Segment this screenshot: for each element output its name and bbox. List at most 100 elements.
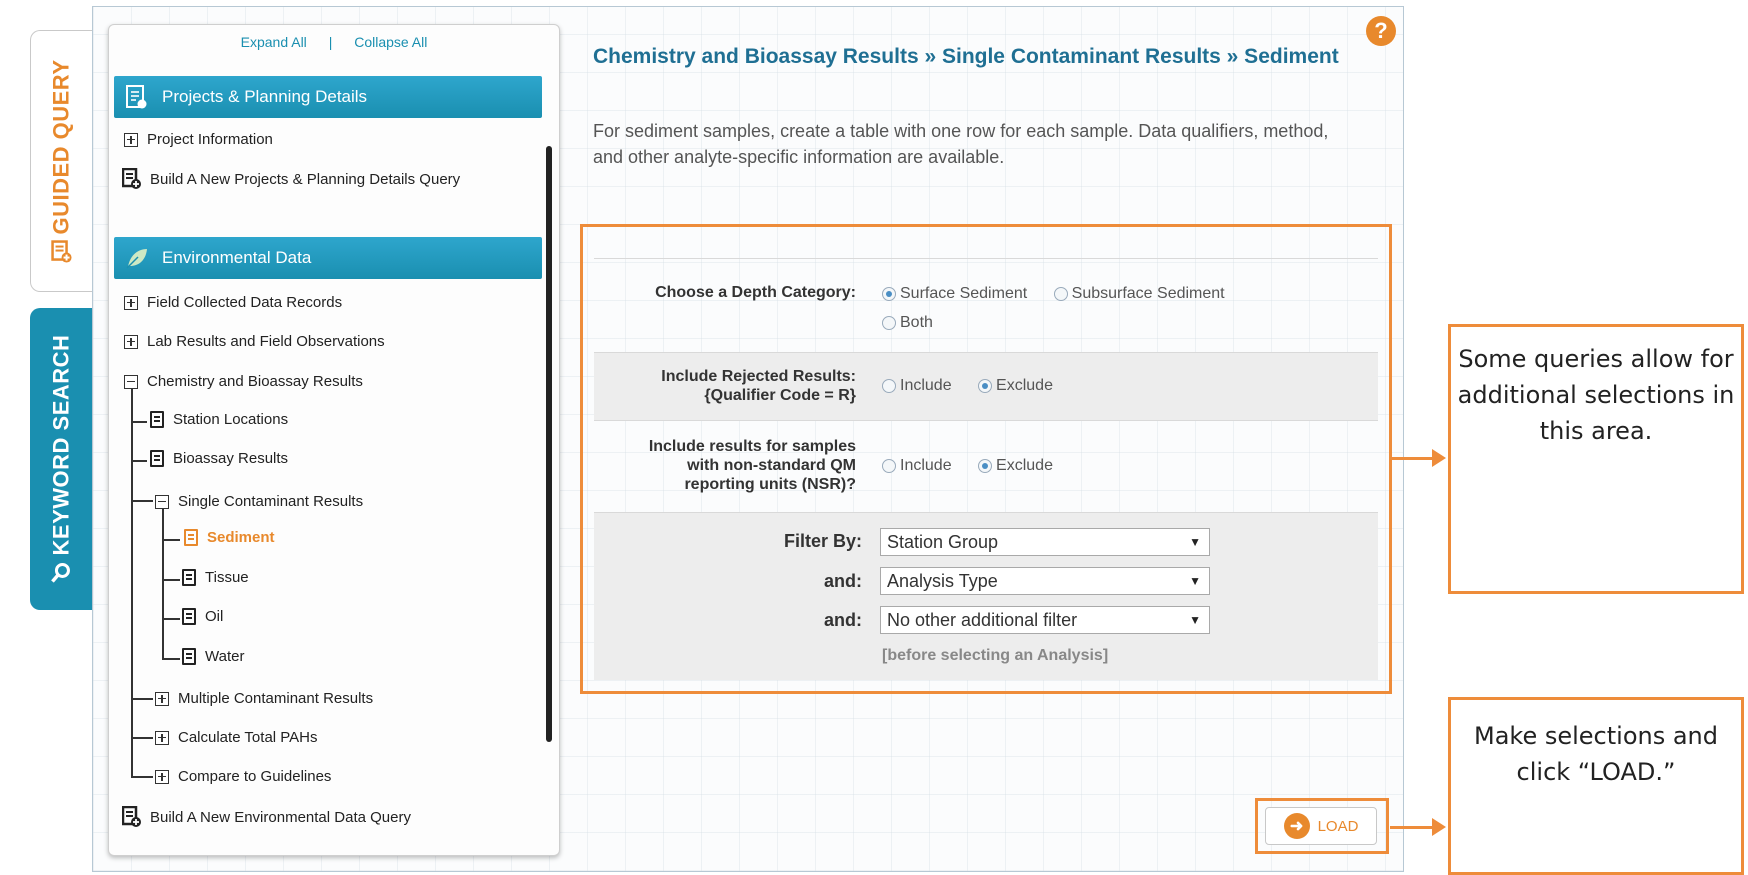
tree-item-build-env-query[interactable]: Build A New Environmental Data Query	[122, 806, 411, 828]
arrow-right-circle-icon: ➜	[1283, 813, 1310, 839]
document-icon	[150, 411, 164, 428]
tab-guided-query[interactable]: GUIDED QUERY	[30, 30, 92, 292]
tree-item-multiple-contaminant[interactable]: Multiple Contaminant Results	[155, 690, 373, 707]
help-icon[interactable]: ?	[1366, 16, 1396, 46]
document-icon	[184, 529, 198, 546]
tree-item-label: Build A New Environmental Data Query	[150, 808, 411, 826]
tree-item-chemistry-bioassay[interactable]: Chemistry and Bioassay Results	[124, 373, 363, 390]
rejected-results-label: Include Rejected Results: {Qualifier Cod…	[661, 367, 856, 405]
tree-scrollbar[interactable]	[546, 146, 552, 742]
document-icon	[182, 648, 196, 665]
callout-additional-selections: Some queries allow for additional select…	[1448, 324, 1744, 594]
tab-keyword-label: KEYWORD SEARCH	[48, 334, 73, 556]
load-button[interactable]: ➜ LOAD	[1265, 807, 1377, 845]
radio-both[interactable]: Both	[882, 314, 933, 332]
radio-rejected-include[interactable]: Include	[882, 377, 952, 395]
document-icon	[182, 569, 196, 586]
label-line: reporting units (NSR)?	[684, 476, 856, 493]
radio-dot[interactable]	[882, 316, 896, 330]
radio-dot[interactable]	[1053, 287, 1068, 301]
radio-dot[interactable]	[882, 459, 896, 473]
radio-surface-sediment[interactable]: Surface Sediment	[882, 285, 1027, 303]
tree-connector	[131, 500, 153, 502]
checklist-icon	[126, 85, 147, 109]
tree-item-compare-guidelines[interactable]: Compare to Guidelines	[155, 768, 331, 785]
expand-plus-icon[interactable]	[124, 132, 138, 147]
tree-item-label: Chemistry and Bioassay Results	[147, 373, 363, 390]
tab-keyword-search[interactable]: KEYWORD SEARCH	[30, 308, 92, 610]
tree-item-lab-results[interactable]: Lab Results and Field Observations	[124, 333, 385, 350]
expand-all-link[interactable]: Expand All	[241, 34, 307, 50]
tree-item-build-projects-query[interactable]: Build A New Projects & Planning Details …	[122, 168, 460, 190]
collapse-minus-icon[interactable]	[155, 494, 169, 509]
expand-collapse-row: Expand All | Collapse All	[109, 34, 559, 50]
label-line: with non-standard QM	[687, 457, 856, 474]
tree-item-label: Field Collected Data Records	[147, 294, 343, 311]
tree-item-water[interactable]: Water	[182, 648, 244, 665]
nsr-results-label: Include results for samples with non-sta…	[649, 437, 856, 494]
callout-load-instructions: Make selections and click “LOAD.”	[1448, 697, 1744, 875]
add-document-icon	[51, 240, 72, 263]
radio-subsurface-sediment[interactable]: Subsurface Sediment	[1053, 285, 1225, 303]
callout-text: Make selections and click “LOAD.”	[1473, 722, 1718, 786]
additional-filter-select[interactable]: No other additional filter ▼	[880, 606, 1210, 634]
radio-label: Surface Sediment	[900, 285, 1028, 302]
projects-planning-header[interactable]: Projects & Planning Details	[114, 76, 542, 118]
document-icon	[150, 450, 164, 467]
page-description: For sediment samples, create a table wit…	[593, 121, 1329, 167]
expand-plus-icon[interactable]	[124, 334, 138, 349]
label-line: Include Rejected Results:	[661, 368, 856, 385]
filter-hint: [before selecting an Analysis]	[882, 647, 1109, 664]
tree-item-label: Water	[205, 648, 245, 665]
radio-dot[interactable]	[882, 287, 896, 301]
radio-nsr-exclude[interactable]: Exclude	[978, 457, 1053, 475]
tree-connector	[162, 508, 164, 658]
tree-connector	[131, 421, 147, 423]
tree-item-single-contaminant[interactable]: Single Contaminant Results	[155, 493, 363, 510]
tree-item-label: Multiple Contaminant Results	[178, 690, 374, 707]
depth-category-label: Choose a Depth Category:	[655, 284, 856, 301]
analysis-type-select[interactable]: Analysis Type ▼	[880, 567, 1210, 595]
tree-connector	[162, 579, 180, 581]
tree-item-label: Lab Results and Field Observations	[147, 333, 385, 350]
dropdown-arrow-icon: ▼	[1189, 574, 1201, 588]
callout-arrow	[1390, 818, 1446, 836]
filter-by-select[interactable]: Station Group ▼	[880, 528, 1210, 556]
expand-plus-icon[interactable]	[155, 769, 169, 784]
collapse-all-link[interactable]: Collapse All	[354, 34, 427, 50]
projects-planning-label: Projects & Planning Details	[162, 87, 368, 106]
tree-item-label: Project Information	[147, 131, 273, 148]
radio-rejected-exclude[interactable]: Exclude	[978, 377, 1053, 395]
rejected-results-row: Include Rejected Results: {Qualifier Cod…	[594, 352, 1378, 420]
collapse-minus-icon[interactable]	[124, 374, 138, 389]
tree-item-project-information[interactable]: Project Information	[124, 131, 273, 148]
select-value: No other additional filter	[887, 610, 1078, 630]
tree-item-label: Compare to Guidelines	[178, 768, 332, 785]
callout-arrow	[1392, 449, 1446, 467]
tree-item-tissue[interactable]: Tissue	[182, 569, 249, 586]
tree-item-station-locations[interactable]: Station Locations	[150, 411, 288, 428]
and-label-2: and:	[824, 610, 862, 630]
tree-connector	[162, 618, 180, 620]
tree-connector	[162, 539, 180, 541]
expand-plus-icon[interactable]	[155, 730, 169, 745]
tree-item-bioassay-results[interactable]: Bioassay Results	[150, 450, 288, 467]
tree-item-label: Single Contaminant Results	[178, 493, 364, 510]
tree-item-oil[interactable]: Oil	[182, 608, 223, 625]
tree-item-field-collected[interactable]: Field Collected Data Records	[124, 294, 342, 311]
radio-dot[interactable]	[882, 379, 896, 393]
tree-connector	[131, 698, 153, 700]
radio-dot[interactable]	[978, 379, 993, 393]
tree-item-total-pahs[interactable]: Calculate Total PAHs	[155, 729, 318, 746]
radio-label: Both	[900, 314, 933, 331]
tree-connector	[162, 658, 180, 660]
radio-nsr-include[interactable]: Include	[882, 457, 952, 475]
environmental-data-label: Environmental Data	[162, 248, 312, 267]
environmental-data-header[interactable]: Environmental Data	[114, 237, 542, 279]
expand-plus-icon[interactable]	[155, 691, 169, 706]
tree-connector	[131, 737, 153, 739]
radio-dot[interactable]	[978, 459, 993, 473]
filter-by-label: Filter By:	[783, 531, 862, 551]
expand-plus-icon[interactable]	[124, 295, 138, 310]
tree-item-sediment[interactable]: Sediment	[184, 529, 275, 546]
